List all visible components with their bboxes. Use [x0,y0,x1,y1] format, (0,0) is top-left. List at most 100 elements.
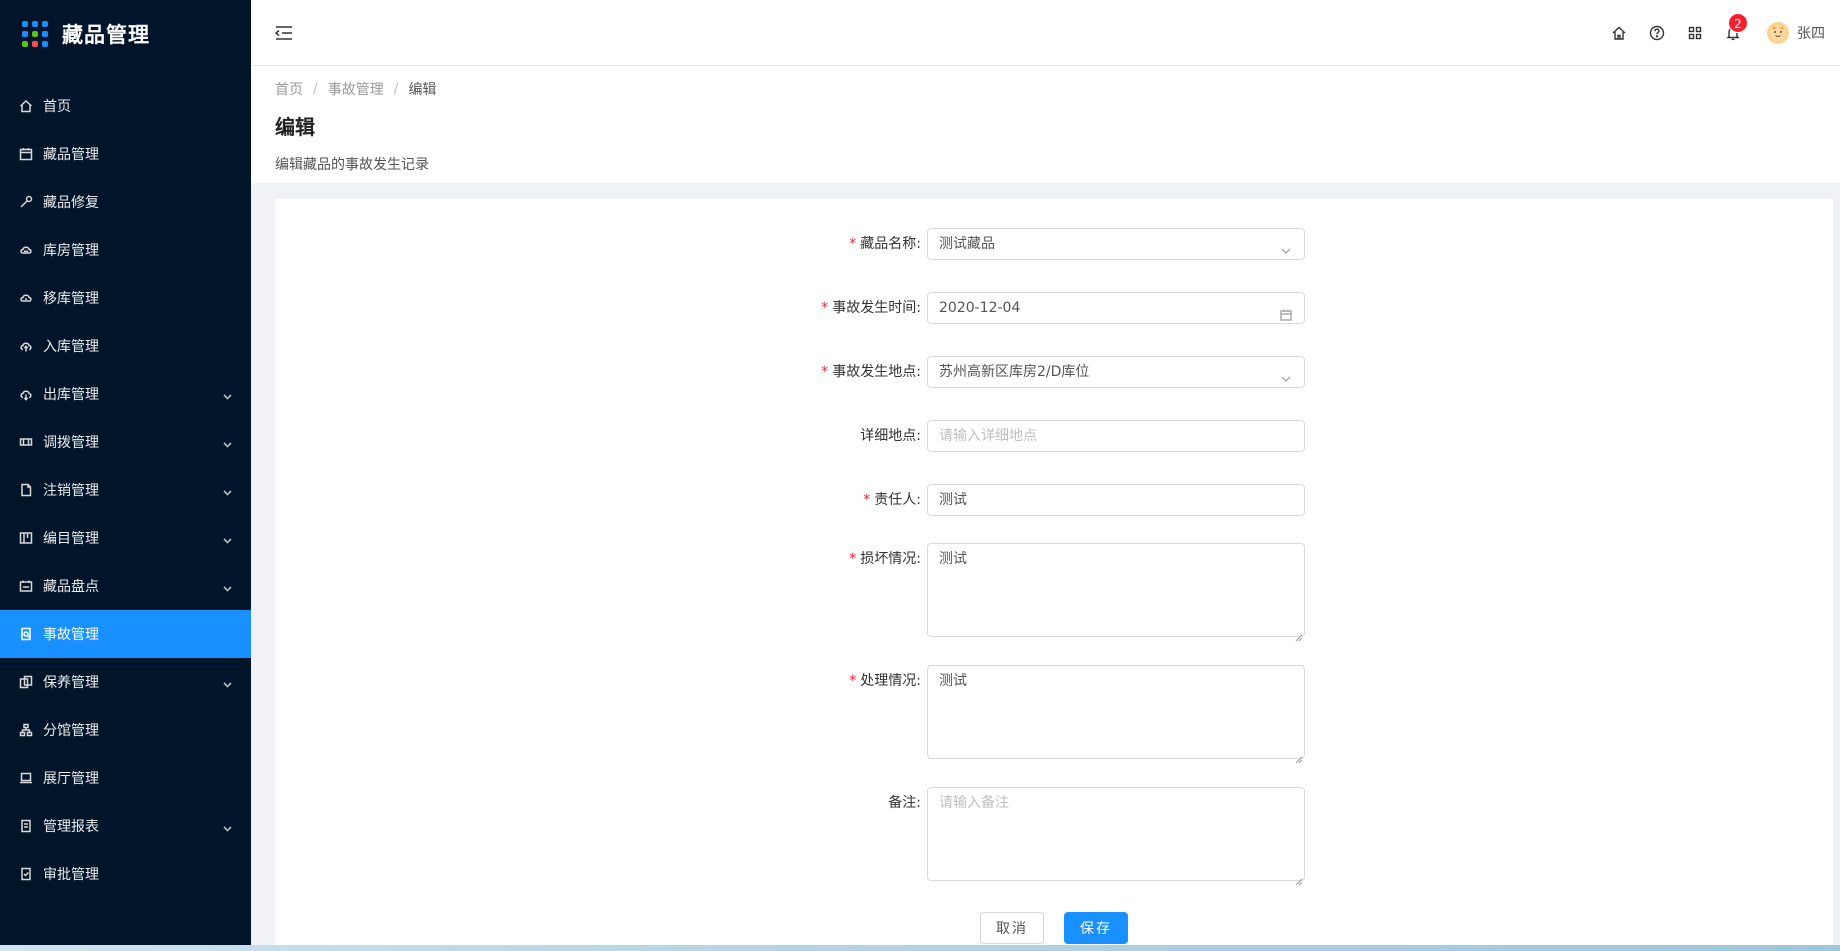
chevron-down-icon [223,389,232,400]
form-row-collection-name: * 藏品名称: 测试藏品 [275,228,1833,260]
sidebar-item-label: 编目管理 [43,531,99,547]
sidebar-item-6[interactable]: 入库管理 [0,322,251,370]
logo-grid-icon [22,21,48,47]
sidebar-item-14[interactable]: 分馆管理 [0,706,251,754]
label-text: 责任人: [874,492,921,508]
detail-location-input[interactable]: 请输入详细地点 [927,420,1305,452]
sidebar-item-15[interactable]: 展厅管理 [0,754,251,802]
remarks-textarea[interactable]: 请输入备注 [927,787,1305,886]
damage-textarea[interactable]: 测试 [927,543,1305,642]
form-row-handling: * 处理情况: 测试 [275,665,1833,764]
chevron-down-icon [223,437,232,448]
collection-name-select[interactable]: 测试藏品 [927,228,1305,260]
cloud-download-icon [19,387,33,401]
edit-form-card: * 藏品名称: 测试藏品 * 事故发生时间: 2020-12-04 * 事故发生地点:… [275,199,1833,951]
sidebar-item-label: 保养管理 [43,675,99,691]
app-title: 藏品管理 [62,23,150,47]
form-row-damage: * 损坏情况: 测试 [275,543,1833,642]
page-description: 编辑藏品的事故发生记录 [275,157,429,173]
breadcrumb-parent[interactable]: 事故管理 [328,79,384,99]
home-icon[interactable] [1611,25,1627,41]
sidebar-item-9[interactable]: 注销管理 [0,466,251,514]
taskbar-strip [0,945,1840,951]
sidebar-item-12[interactable]: 事故管理 [0,610,251,658]
resize-handle-icon[interactable] [1295,627,1303,642]
resize-handle-icon[interactable] [1295,871,1303,886]
avatar [1767,22,1789,44]
inventory-icon [19,579,33,593]
responsible-person-input[interactable]: 测试 [927,484,1305,516]
sidebar-item-13[interactable]: 保养管理 [0,658,251,706]
form-label: * 事故发生地点: [275,356,927,388]
sidebar-item-4[interactable]: 库房管理 [0,226,251,274]
sidebar-item-label: 出库管理 [43,387,99,403]
cloud-upload-icon [19,339,33,353]
form-label: * 事故发生时间: [275,292,927,324]
handling-textarea[interactable]: 测试 [927,665,1305,764]
sidebar-item-label: 入库管理 [43,339,99,355]
sidebar-item-label: 调拨管理 [43,435,99,451]
input-value: 测试 [939,492,967,508]
sidebar: 藏品管理 首页 藏品管理 藏品修复 库房管理 移库管理 入库管理 出库管理 调拨管理 注销管理编… [0,0,251,951]
label-text: 事故发生时间: [832,300,921,316]
tool-icon [19,195,33,209]
required-mark: * [849,551,857,567]
sidebar-item-2[interactable]: 藏品管理 [0,130,251,178]
sidebar-item-17[interactable]: 审批管理 [0,850,251,898]
textarea-value: 测试 [939,551,967,567]
sidebar-item-10[interactable]: 编目管理 [0,514,251,562]
sidebar-item-7[interactable]: 出库管理 [0,370,251,418]
accident-location-cascader[interactable]: 苏州高新区库房2/D库位 [927,356,1305,388]
calendar-icon [1280,302,1292,321]
catalog-icon [19,531,33,545]
breadcrumb-home[interactable]: 首页 [275,79,303,99]
label-text: 损坏情况: [860,551,921,567]
textarea-value: 测试 [939,673,967,689]
form-label: * 损坏情况: [275,543,927,637]
sidebar-item-1[interactable]: 首页 [0,82,251,130]
sidebar-item-16[interactable]: 管理报表 [0,802,251,850]
bell-icon[interactable]: 2 [1725,13,1748,41]
chevron-down-icon [223,821,232,832]
sidebar-item-label: 移库管理 [43,291,99,307]
sidebar-item-label: 展厅管理 [43,771,99,787]
save-button[interactable]: 保存 [1064,912,1128,944]
form-label: 详细地点: [275,420,927,452]
breadcrumb-separator: / [393,81,399,97]
logo: 藏品管理 [0,0,251,68]
form-row-accident-location: * 事故发生地点: 苏州高新区库房2/D库位 [275,356,1833,388]
label-text: 藏品名称: [860,236,921,252]
chevron-down-icon [223,677,232,688]
sidebar-item-label: 库房管理 [43,243,99,259]
sidebar-item-5[interactable]: 移库管理 [0,274,251,322]
accident-icon [19,627,33,641]
form-label: 备注: [275,787,927,881]
cloud-sync-icon [19,291,33,305]
sidebar-item-8[interactable]: 调拨管理 [0,418,251,466]
chevron-down-icon [1280,238,1292,255]
required-mark: * [849,236,857,252]
required-mark: * [821,300,829,316]
audit-icon [19,867,33,881]
sidebar-item-3[interactable]: 藏品修复 [0,178,251,226]
sidebar-item-label: 首页 [43,99,71,115]
menu-fold-icon[interactable] [274,25,293,41]
label-text: 详细地点: [860,428,921,444]
top-header: 2 张四 [251,0,1840,66]
sidebar-item-label: 藏品管理 [43,147,99,163]
form-label: * 处理情况: [275,665,927,759]
form-row-detail-location: 详细地点: 请输入详细地点 [275,420,1833,452]
label-text: 备注: [888,795,921,811]
accident-time-datepicker[interactable]: 2020-12-04 [927,292,1305,324]
help-icon[interactable] [1649,25,1665,41]
apps-icon[interactable] [1687,25,1703,41]
form-row-remarks: 备注: 请输入备注 [275,787,1833,886]
sidebar-item-label: 审批管理 [43,867,99,883]
notification-badge: 2 [1728,13,1748,33]
sidebar-item-11[interactable]: 藏品盘点 [0,562,251,610]
user-menu[interactable]: 张四 [1767,22,1825,44]
sidebar-item-label: 藏品修复 [43,195,99,211]
app-root: 藏品管理 首页 藏品管理 藏品修复 库房管理 移库管理 入库管理 出库管理 调拨管理 注销管理编… [0,0,1840,951]
resize-handle-icon[interactable] [1295,749,1303,764]
cancel-button[interactable]: 取消 [980,912,1044,944]
